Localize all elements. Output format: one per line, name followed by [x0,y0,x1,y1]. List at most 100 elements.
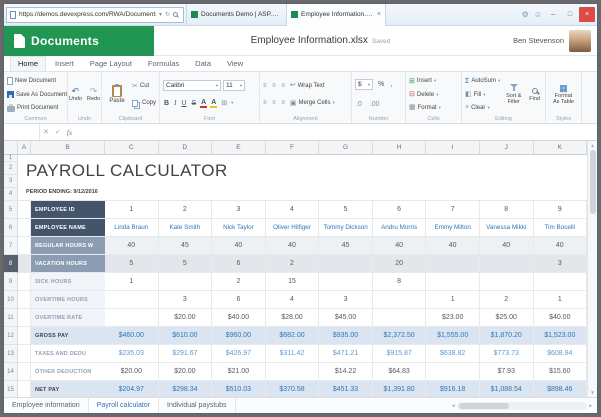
minimize-button[interactable]: – [545,7,561,22]
cell-H5[interactable]: 6 [373,201,427,219]
cell-K13[interactable]: $608.94 [534,345,588,363]
cell-J5[interactable]: 8 [480,201,534,219]
italic-button[interactable]: I [173,99,177,107]
cell-A6[interactable] [18,219,31,237]
cell-D13[interactable]: $291.67 [159,345,213,363]
merge-cells-button[interactable]: ▣ Merge Cells ▾ [290,97,335,109]
cell-I12[interactable]: $1,555.00 [426,327,480,345]
cell-C8[interactable]: 5 [105,255,159,273]
row-label-13[interactable]: TAXES AND DEDU [31,345,105,363]
cell-F14[interactable] [266,363,320,381]
horizontal-scrollbar[interactable]: ◄ ► [447,398,597,413]
cell-J6[interactable]: Vanessa Mikki [480,219,534,237]
cell-E8[interactable]: 6 [212,255,266,273]
sheet-tab-individual-paystubs[interactable]: Individual paystubs [159,398,236,413]
scroll-right-icon[interactable]: ► [589,403,593,408]
scroll-left-icon[interactable]: ◄ [451,403,455,408]
ribbon-tab-insert[interactable]: Insert [48,57,81,71]
column-header-A[interactable]: A [18,141,31,154]
cell-D12[interactable]: $610.00 [159,327,213,345]
row-header-3[interactable]: 3 [4,175,17,189]
currency-format-button[interactable]: $ ▾ [355,79,373,90]
cell-C12[interactable]: $460.00 [105,327,159,345]
row-label-7[interactable]: REGULAR HOURS W [31,237,105,255]
cell-A10[interactable] [18,291,31,309]
sheet-tab-employee-information[interactable]: Employee information [4,398,89,413]
cell-F11[interactable]: $28.00 [266,309,320,327]
cell-E10[interactable]: 6 [212,291,266,309]
cell-F13[interactable]: $311.42 [266,345,320,363]
cell-H9[interactable]: 8 [373,273,427,291]
cell-I6[interactable]: Emmy Milton [426,219,480,237]
redo-button[interactable]: ↷ Redo [87,74,100,115]
font-size-select[interactable]: 11 ▾ [223,80,245,91]
ribbon-tab-formulas[interactable]: Formulas [141,57,186,71]
period-ending-cell[interactable]: PERIOD ENDING: 9/12/2016 [26,189,98,195]
user-box[interactable]: Ben Stevenson [513,30,597,52]
column-header-K[interactable]: K [534,141,588,154]
undo-button[interactable]: ↶ Undo [69,74,82,115]
cell-J7[interactable]: 40 [480,237,534,255]
cell-I9[interactable] [426,273,480,291]
highlight-color-button[interactable]: A [210,99,217,108]
cell-H6[interactable]: Andru Morris [373,219,427,237]
cell-I10[interactable]: 1 [426,291,480,309]
delete-cells-button[interactable]: ⊟ Delete ▾ [409,89,441,101]
row-label-6[interactable]: EMPLOYEE NAME [31,219,105,237]
cell-K5[interactable]: 9 [534,201,588,219]
browser-tab-2[interactable]: Employee Information.xlsx× [286,4,386,26]
cell-E6[interactable]: Nick Taylor [212,219,266,237]
cell-A11[interactable] [18,309,31,327]
column-header-I[interactable]: I [426,141,480,154]
cell-E13[interactable]: $426.97 [212,345,266,363]
decrease-decimal-button[interactable]: .00 [369,101,381,108]
cell-C5[interactable]: 1 [105,201,159,219]
cell-F9[interactable]: 15 [266,273,320,291]
cell-K10[interactable]: 1 [534,291,588,309]
strikethrough-button[interactable]: S [190,100,197,107]
scroll-down-icon[interactable]: ▼ [590,388,594,397]
underline-button[interactable]: U [180,100,187,107]
row-label-12[interactable]: GROSS PAY [31,327,105,345]
cell-D9[interactable] [159,273,213,291]
ribbon-tab-home[interactable]: Home [10,56,46,71]
refresh-icon[interactable]: ↻ [165,11,170,18]
cell-K14[interactable]: $15.60 [534,363,588,381]
cell-J10[interactable]: 2 [480,291,534,309]
row-header-7[interactable]: 7 [4,237,18,255]
cell-I8[interactable] [426,255,480,273]
cell-G12[interactable]: $935.00 [319,327,373,345]
cell-name-box[interactable] [4,124,40,140]
row-header-12[interactable]: 12 [4,327,18,345]
vertical-scroll-thumb[interactable] [590,150,596,214]
cell-D7[interactable]: 45 [159,237,213,255]
insert-cells-button[interactable]: ⊞ Insert ▾ [409,75,441,87]
find-button[interactable]: Find [527,74,542,115]
cell-C9[interactable]: 1 [105,273,159,291]
cell-F5[interactable]: 4 [266,201,320,219]
cell-C11[interactable] [105,309,159,327]
row-header-8[interactable]: 8 [4,255,18,273]
sort-filter-button[interactable]: Sort & Filter [503,74,524,115]
cell-I7[interactable]: 40 [426,237,480,255]
vertical-align-icons[interactable]: ≡ ≡ ≡ [263,80,287,92]
cell-I11[interactable]: $23.00 [426,309,480,327]
cell-D6[interactable]: Kate Smith [159,219,213,237]
comma-style-button[interactable]: , [389,81,393,88]
cell-J14[interactable]: $7.93 [480,363,534,381]
row-header-2[interactable]: 2 [4,162,17,175]
cell-G8[interactable] [319,255,373,273]
row-label-5[interactable]: EMPLOYEE ID [31,201,105,219]
row-label-9[interactable]: SICK HOURS [31,273,105,291]
cell-K11[interactable]: $40.00 [534,309,588,327]
column-header-G[interactable]: G [319,141,373,154]
print-document-button[interactable]: Print Document [7,102,67,114]
cell-A9[interactable] [18,273,31,291]
cancel-entry-icon[interactable]: ✕ [40,128,52,136]
format-as-table-button[interactable]: ▦ Format As Table [549,74,578,115]
address-dropdown-icon[interactable]: ▾ [159,11,162,18]
cell-A12[interactable] [18,327,31,345]
column-header-F[interactable]: F [266,141,320,154]
row-label-14[interactable]: OTHER DEDUCTION [31,363,105,381]
bold-button[interactable]: B [163,100,170,107]
